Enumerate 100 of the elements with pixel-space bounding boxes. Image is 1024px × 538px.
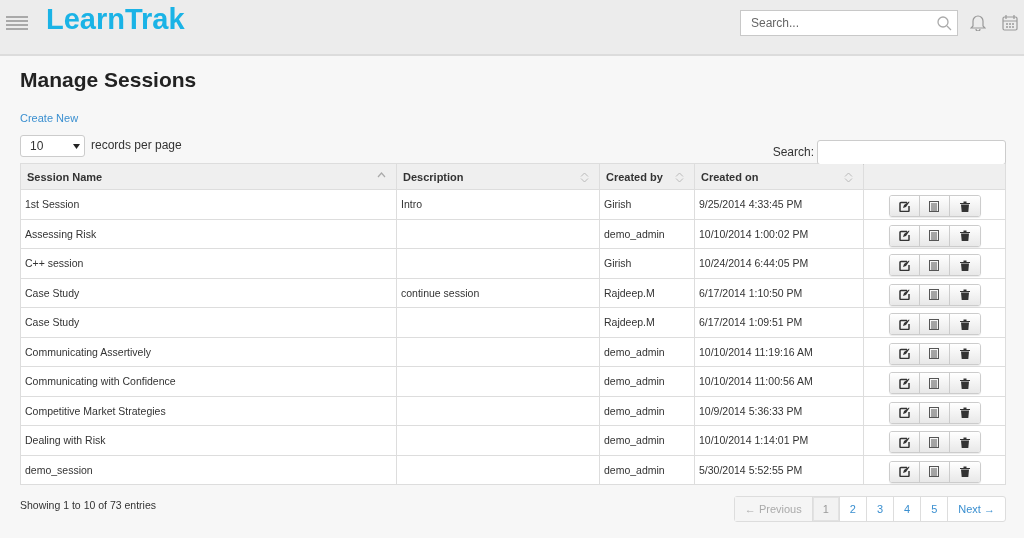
table-cell: C++ session bbox=[20, 248, 397, 278]
details-button[interactable] bbox=[919, 225, 950, 246]
column-header[interactable]: Created by bbox=[599, 163, 695, 190]
delete-button[interactable] bbox=[949, 314, 980, 334]
trash-icon bbox=[959, 318, 970, 330]
table-cell: Rajdeep.M bbox=[599, 307, 695, 337]
edit-button[interactable] bbox=[889, 373, 920, 393]
table-cell: Intro bbox=[396, 189, 600, 219]
page-link[interactable]: 3 bbox=[865, 497, 894, 521]
delete-button[interactable] bbox=[949, 196, 980, 216]
list-icon bbox=[929, 289, 939, 300]
trash-icon bbox=[959, 436, 970, 448]
details-button[interactable] bbox=[919, 196, 950, 216]
page-link[interactable]: 5 bbox=[920, 497, 948, 521]
page-link[interactable]: 4 bbox=[893, 497, 921, 521]
edit-icon bbox=[898, 348, 910, 359]
search-field[interactable]: Search... bbox=[740, 10, 958, 36]
details-button[interactable] bbox=[919, 255, 950, 275]
edit-button[interactable] bbox=[889, 196, 920, 216]
column-header[interactable]: Description bbox=[396, 163, 600, 190]
details-button[interactable] bbox=[919, 402, 950, 423]
edit-button[interactable] bbox=[889, 461, 920, 482]
search-label: Search: bbox=[772, 145, 814, 159]
table-cell: demo_admin bbox=[599, 455, 695, 485]
delete-button[interactable] bbox=[949, 402, 980, 423]
table-cell: Rajdeep.M bbox=[599, 278, 695, 308]
table-cell: Communicating Assertively bbox=[20, 337, 397, 367]
search-icon bbox=[937, 16, 952, 31]
table-search-field[interactable] bbox=[817, 139, 1006, 165]
entries-info: Showing 1 to 10 of 73 entries bbox=[20, 499, 156, 511]
list-icon bbox=[929, 348, 939, 359]
edit-icon bbox=[898, 259, 910, 271]
table-cell: continue session bbox=[396, 278, 600, 308]
details-button[interactable] bbox=[919, 373, 950, 393]
edit-icon bbox=[898, 318, 910, 330]
table-cell: 10/24/2014 6:44:05 PM bbox=[694, 248, 864, 278]
details-button[interactable] bbox=[919, 461, 950, 482]
table-cell: 10/9/2014 5:36:33 PM bbox=[694, 396, 864, 426]
table-cell: Girish bbox=[599, 189, 695, 219]
trash-icon bbox=[959, 259, 970, 271]
column-header[interactable]: Created on bbox=[694, 163, 864, 190]
delete-button[interactable] bbox=[949, 284, 980, 305]
edit-button[interactable] bbox=[889, 284, 920, 305]
table-cell: 10/10/2014 11:19:16 AM bbox=[694, 337, 864, 367]
edit-icon bbox=[898, 377, 910, 389]
list-icon bbox=[929, 259, 939, 271]
list-icon bbox=[929, 200, 939, 212]
table-cell: demo_admin bbox=[599, 366, 695, 396]
details-button[interactable] bbox=[919, 432, 950, 452]
column-header[interactable]: Session Name bbox=[20, 163, 397, 190]
table-cell: 10/10/2014 1:14:01 PM bbox=[694, 425, 864, 455]
list-icon bbox=[929, 466, 939, 477]
table-cell: Dealing with Risk bbox=[20, 425, 397, 455]
trash-icon bbox=[959, 348, 970, 359]
details-button[interactable] bbox=[919, 343, 950, 364]
table-cell: Competitive Market Strategies bbox=[20, 396, 397, 426]
table-cell: 6/17/2014 1:10:50 PM bbox=[694, 278, 864, 308]
edit-icon bbox=[898, 289, 910, 300]
delete-button[interactable] bbox=[949, 373, 980, 393]
details-button[interactable] bbox=[919, 314, 950, 334]
edit-icon bbox=[898, 407, 910, 418]
page-link[interactable]: Next → bbox=[947, 497, 1005, 521]
table-cell: 5/30/2014 5:52:55 PM bbox=[694, 455, 864, 485]
edit-button[interactable] bbox=[889, 225, 920, 246]
trash-icon bbox=[959, 377, 970, 389]
table-cell: demo_admin bbox=[599, 425, 695, 455]
list-icon bbox=[929, 407, 939, 418]
table-cell: 10/10/2014 1:00:02 PM bbox=[694, 219, 864, 249]
table-cell: demo_admin bbox=[599, 396, 695, 426]
edit-button[interactable] bbox=[889, 402, 920, 423]
page-size-select[interactable]: 10 bbox=[20, 135, 85, 157]
delete-button[interactable] bbox=[949, 343, 980, 364]
edit-icon bbox=[898, 436, 910, 448]
list-icon bbox=[929, 436, 939, 448]
list-icon bbox=[929, 318, 939, 330]
edit-button[interactable] bbox=[889, 432, 920, 452]
table-cell: demo_admin bbox=[599, 337, 695, 367]
delete-button[interactable] bbox=[949, 225, 980, 246]
page-link[interactable]: 1 bbox=[811, 497, 839, 521]
table-cell: 10/10/2014 11:00:56 AM bbox=[694, 366, 864, 396]
edit-icon bbox=[898, 466, 910, 477]
create-new-link[interactable]: Create New bbox=[20, 112, 79, 124]
logo[interactable]: LearnTrak bbox=[46, 3, 185, 36]
edit-button[interactable] bbox=[889, 343, 920, 364]
table-cell: demo_admin bbox=[599, 219, 695, 249]
table-cell: Communicating with Confidence bbox=[20, 366, 397, 396]
details-button[interactable] bbox=[919, 284, 950, 305]
edit-button[interactable] bbox=[889, 255, 920, 275]
trash-icon bbox=[959, 407, 970, 418]
delete-button[interactable] bbox=[949, 255, 980, 275]
table-cell: demo_session bbox=[20, 455, 397, 485]
page-link[interactable]: 2 bbox=[838, 497, 866, 521]
page-size-label: records per page bbox=[91, 138, 182, 152]
table-cell: Case Study bbox=[20, 307, 397, 337]
table-cell: 1st Session bbox=[20, 189, 397, 219]
edit-icon bbox=[898, 200, 910, 212]
edit-button[interactable] bbox=[889, 314, 920, 334]
delete-button[interactable] bbox=[949, 461, 980, 482]
delete-button[interactable] bbox=[949, 432, 980, 452]
list-icon bbox=[929, 230, 939, 241]
